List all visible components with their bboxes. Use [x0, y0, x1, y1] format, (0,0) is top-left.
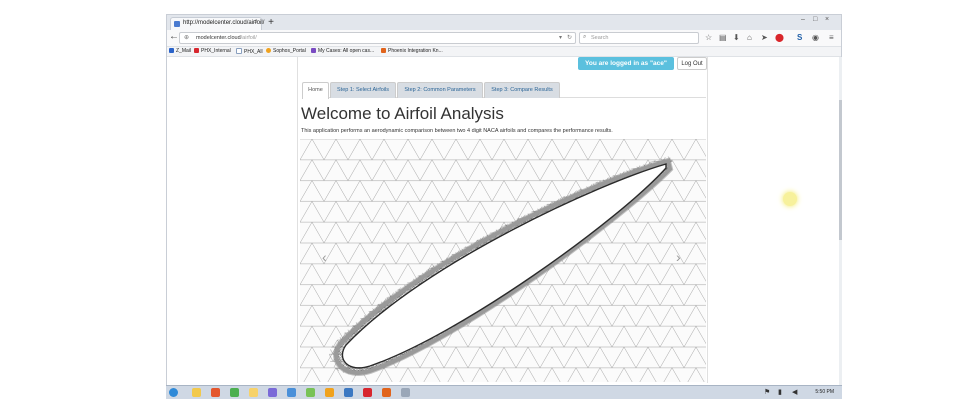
app-icon[interactable]: [306, 388, 315, 397]
tab-step-1[interactable]: Step 1: Select Airfoils: [330, 82, 396, 98]
star-icon[interactable]: ☆: [705, 33, 712, 42]
search-icon: ⌕: [583, 34, 587, 40]
flag-icon[interactable]: ⚑: [764, 388, 770, 396]
page-viewport: You are logged in as "ace" Log Out Home …: [167, 57, 841, 383]
scrollbar-thumb[interactable]: [839, 100, 842, 240]
bookmark-item[interactable]: PHX_All: [236, 48, 263, 55]
bookmark-item[interactable]: PHX_Internal: [194, 48, 231, 54]
app-icon[interactable]: [268, 388, 277, 397]
s-icon[interactable]: S: [797, 33, 802, 42]
network-icon[interactable]: ▮: [778, 388, 782, 396]
bookmark-item[interactable]: Sophos_Portal: [266, 48, 306, 54]
tab-title: http://modelcenter.cloud/airfoil/: [183, 20, 265, 26]
volume-icon[interactable]: ◀: [792, 388, 797, 396]
menu-icon[interactable]: ≡: [829, 33, 834, 42]
bookmark-item[interactable]: My Cases: All open cas...: [311, 48, 374, 54]
carousel-prev-icon[interactable]: ‹: [322, 249, 327, 265]
heart-icon: [194, 48, 199, 53]
bookmark-item[interactable]: Z_Mail: [169, 48, 191, 54]
content-panel: You are logged in as "ace" Log Out Home …: [297, 57, 708, 383]
firefox-icon[interactable]: [211, 388, 220, 397]
logout-button[interactable]: Log Out: [677, 57, 707, 70]
taskbar-clock: 5:50 PM: [815, 389, 834, 395]
app-icon[interactable]: [363, 388, 372, 397]
cursor-highlight-icon: [783, 192, 797, 206]
reload-icon[interactable]: ↻: [567, 34, 572, 41]
back-arrow-icon[interactable]: ←: [169, 31, 179, 42]
search-placeholder: Search: [591, 35, 609, 41]
nav-bar: ← ⊕ modelcenter.cloud/airfoil/ ▾ ↻ ⌕ Sea…: [167, 30, 841, 47]
close-icon[interactable]: ×: [254, 19, 258, 26]
minimize-icon[interactable]: –: [801, 16, 805, 23]
page-favicon-icon: [174, 21, 180, 27]
tab-bar: http://modelcenter.cloud/airfoil/ × + – …: [167, 15, 841, 30]
app-icon[interactable]: [382, 388, 391, 397]
windows-taskbar: ⚑ ▮ ◀ 5:50 PM: [166, 385, 842, 399]
cases-icon: [311, 48, 316, 53]
airfoil-mesh-graphic: [300, 139, 706, 382]
clipboard-icon[interactable]: ▤: [719, 33, 727, 42]
bookmark-item[interactable]: Phoenix Integration Kn...: [381, 48, 443, 54]
app-icon[interactable]: [344, 388, 353, 397]
phoenix-icon: [381, 48, 386, 53]
browser-tab[interactable]: http://modelcenter.cloud/airfoil/ ×: [170, 17, 265, 30]
intro-text: This application performs an aerodynamic…: [301, 128, 613, 134]
dropdown-icon[interactable]: ▾: [559, 34, 562, 41]
app-icon[interactable]: [287, 388, 296, 397]
bookmark-icon: [169, 48, 174, 53]
login-status-badge: You are logged in as "ace": [578, 57, 674, 70]
profile-icon[interactable]: ◉: [812, 33, 819, 42]
step-tabs: Home Step 1: Select Airfoils Step 2: Com…: [302, 82, 706, 99]
page-icon: [236, 48, 242, 54]
tab-step-2[interactable]: Step 2: Common Parameters: [397, 82, 483, 98]
address-path: /airfoil/: [240, 35, 257, 41]
app-icon[interactable]: [401, 388, 410, 397]
new-tab-button[interactable]: +: [265, 17, 277, 29]
tab-home[interactable]: Home: [302, 82, 329, 99]
send-icon[interactable]: ➤: [761, 33, 768, 42]
airfoil-mesh-image: ‹ ›: [300, 139, 706, 382]
folder-icon[interactable]: [249, 388, 258, 397]
close-window-icon[interactable]: ×: [825, 16, 829, 23]
start-icon[interactable]: [169, 388, 178, 397]
chrome-icon[interactable]: [230, 388, 239, 397]
sophos-icon: [266, 48, 271, 53]
site-info-icon[interactable]: ⊕: [184, 34, 189, 41]
tab-step-3[interactable]: Step 3: Compare Results: [484, 82, 560, 98]
browser-window: http://modelcenter.cloud/airfoil/ × + – …: [166, 14, 842, 399]
app-icon[interactable]: [325, 388, 334, 397]
carousel-next-icon[interactable]: ›: [676, 249, 681, 265]
address-host: modelcenter.cloud: [196, 35, 241, 41]
stop-icon[interactable]: ⬤: [775, 33, 784, 42]
maximize-icon[interactable]: □: [813, 16, 817, 23]
explorer-icon[interactable]: [192, 388, 201, 397]
home-icon[interactable]: ⌂: [747, 33, 752, 42]
bookmarks-bar: Z_Mail PHX_Internal PHX_All Sophos_Porta…: [167, 47, 841, 57]
search-box[interactable]: ⌕ Search: [579, 32, 699, 44]
download-icon[interactable]: ⬇: [733, 33, 740, 42]
page-title: Welcome to Airfoil Analysis: [301, 104, 504, 123]
address-bar[interactable]: ⊕ modelcenter.cloud/airfoil/ ▾ ↻: [179, 32, 576, 44]
